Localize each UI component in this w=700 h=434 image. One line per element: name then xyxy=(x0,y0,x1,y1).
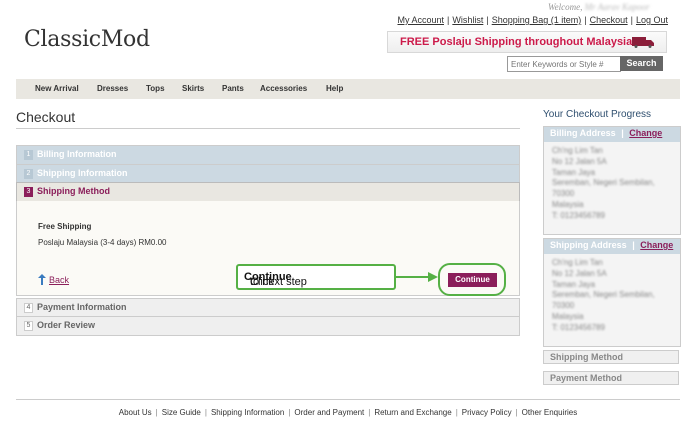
nav-new-arrival[interactable]: New Arrival xyxy=(35,84,79,93)
billing-address-box: Billing Address | Change Ch'ng Lim Tan N… xyxy=(543,126,681,235)
shipping-method-progress: Shipping Method xyxy=(543,350,679,364)
checkout-link[interactable]: Checkout xyxy=(590,15,628,25)
nav-dresses[interactable]: Dresses xyxy=(97,84,128,93)
footer-size-guide[interactable]: Size Guide xyxy=(162,408,201,417)
footer-links: About Us | Size Guide | Shipping Information… xyxy=(118,408,578,417)
step-order-review: 5 Order Review xyxy=(16,316,520,336)
shipping-address-header: Shipping Address | Change xyxy=(544,239,680,254)
welcome-name: Mr Aarav Kapoor xyxy=(584,2,650,12)
step-label: Payment Information xyxy=(37,302,127,312)
step-number: 1 xyxy=(24,150,33,160)
checkout-progress-title: Your Checkout Progress xyxy=(543,109,652,120)
wishlist-link[interactable]: Wishlist xyxy=(452,15,483,25)
title-divider xyxy=(16,128,520,129)
nav-accessories[interactable]: Accessories xyxy=(260,84,307,93)
truck-icon xyxy=(632,37,654,48)
shipping-address-title: Shipping Address xyxy=(550,240,627,250)
banner-text: FREE Poslaju Shipping throughout Malaysi… xyxy=(400,36,633,48)
site-logo[interactable]: ClassicMod xyxy=(24,27,150,52)
back-link[interactable]: Back xyxy=(49,275,69,285)
step-number: 5 xyxy=(24,321,33,331)
search-button[interactable]: Search xyxy=(620,56,663,71)
billing-change-link[interactable]: Change xyxy=(629,128,662,138)
callout-text: Click Continue to next step xyxy=(244,271,307,288)
shipping-address-box: Shipping Address | Change Ch'ng Lim Tan … xyxy=(543,238,681,347)
main-nav: New Arrival Dresses Tops Skirts Pants Ac… xyxy=(16,79,680,99)
shipping-change-link[interactable]: Change xyxy=(640,240,673,250)
search-input[interactable] xyxy=(507,56,621,72)
welcome-prefix: Welcome, xyxy=(548,2,583,12)
nav-tops[interactable]: Tops xyxy=(146,84,165,93)
step-shipping-information[interactable]: 2 Shipping Information xyxy=(16,164,520,184)
billing-address-body: Ch'ng Lim Tan No 12 Jalan 5A Taman Jaya … xyxy=(544,142,680,234)
step-number: 4 xyxy=(24,303,33,313)
footer-return-and-exchange[interactable]: Return and Exchange xyxy=(374,408,451,417)
step-label: Shipping Information xyxy=(37,168,128,178)
shipping-title: Free Shipping xyxy=(38,222,92,231)
page-title: Checkout xyxy=(16,109,76,125)
nav-help[interactable]: Help xyxy=(326,84,343,93)
step-label: Order Review xyxy=(37,320,96,330)
footer-order-and-payment[interactable]: Order and Payment xyxy=(294,408,364,417)
step-billing-information[interactable]: 1 Billing Information xyxy=(16,145,520,165)
payment-method-progress: Payment Method xyxy=(543,371,679,385)
my-account-link[interactable]: My Account xyxy=(397,15,444,25)
billing-address-header: Billing Address | Change xyxy=(544,127,680,142)
step-label: Billing Information xyxy=(37,149,117,159)
footer-about-us[interactable]: About Us xyxy=(119,408,152,417)
top-links: My Account | Wishlist | Shopping Bag (1 item… xyxy=(397,15,668,25)
callout-arrow-icon xyxy=(396,272,438,282)
continue-button[interactable]: Continue xyxy=(448,273,497,287)
nav-skirts[interactable]: Skirts xyxy=(182,84,204,93)
footer-other-enquiries[interactable]: Other Enquiries xyxy=(522,408,578,417)
instruction-callout: Click Continue to next step xyxy=(236,264,396,290)
footer-shipping-information[interactable]: Shipping Information xyxy=(211,408,284,417)
back-arrow-icon[interactable] xyxy=(38,274,46,285)
step-payment-information: 4 Payment Information xyxy=(16,298,520,318)
welcome-text: Welcome, Mr Aarav Kapoor xyxy=(548,2,650,12)
nav-pants[interactable]: Pants xyxy=(222,84,244,93)
logout-link[interactable]: Log Out xyxy=(636,15,668,25)
free-shipping-banner: FREE Poslaju Shipping throughout Malaysi… xyxy=(387,31,667,53)
step-number: 3 xyxy=(24,187,33,197)
footer-privacy-policy[interactable]: Privacy Policy xyxy=(462,408,512,417)
shipping-option: Poslaju Malaysia (3-4 days) RM0.00 xyxy=(38,238,167,247)
step-number: 2 xyxy=(24,169,33,179)
shipping-address-body: Ch'ng Lim Tan No 12 Jalan 5A Taman Jaya … xyxy=(544,254,680,346)
step-label: Shipping Method xyxy=(37,186,110,196)
billing-address-title: Billing Address xyxy=(550,128,616,138)
footer-divider xyxy=(16,399,680,400)
step-shipping-method: 3 Shipping Method xyxy=(16,182,520,202)
shopping-bag-link[interactable]: Shopping Bag (1 item) xyxy=(492,15,582,25)
